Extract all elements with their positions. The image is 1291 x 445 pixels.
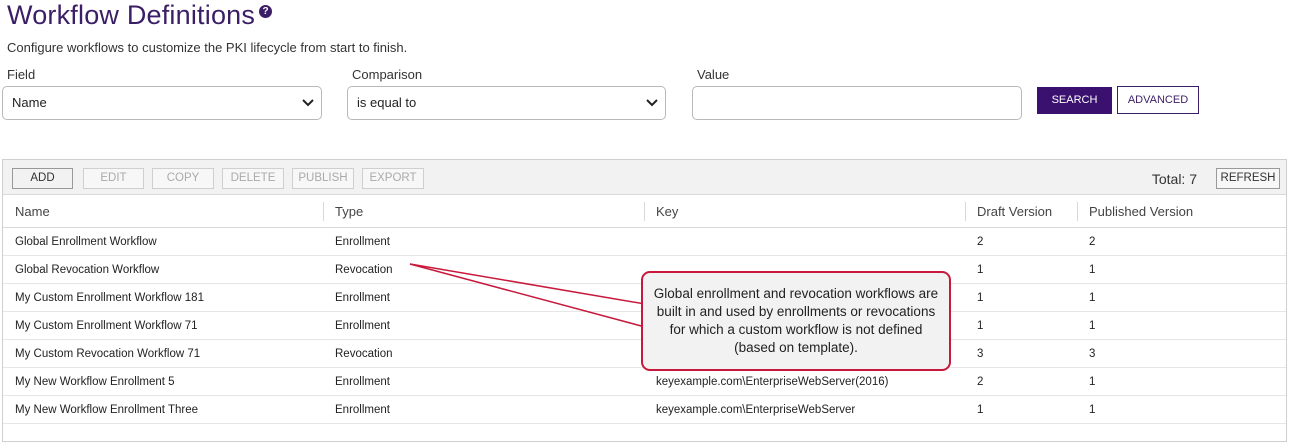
callout-pointer [409,263,646,328]
callout-text: Global enrollment and revocation workflo… [653,286,939,355]
callout-pointer-line [409,263,646,328]
callout-pointer-line [409,263,646,305]
callout-annotation: Global enrollment and revocation workflo… [641,271,951,371]
